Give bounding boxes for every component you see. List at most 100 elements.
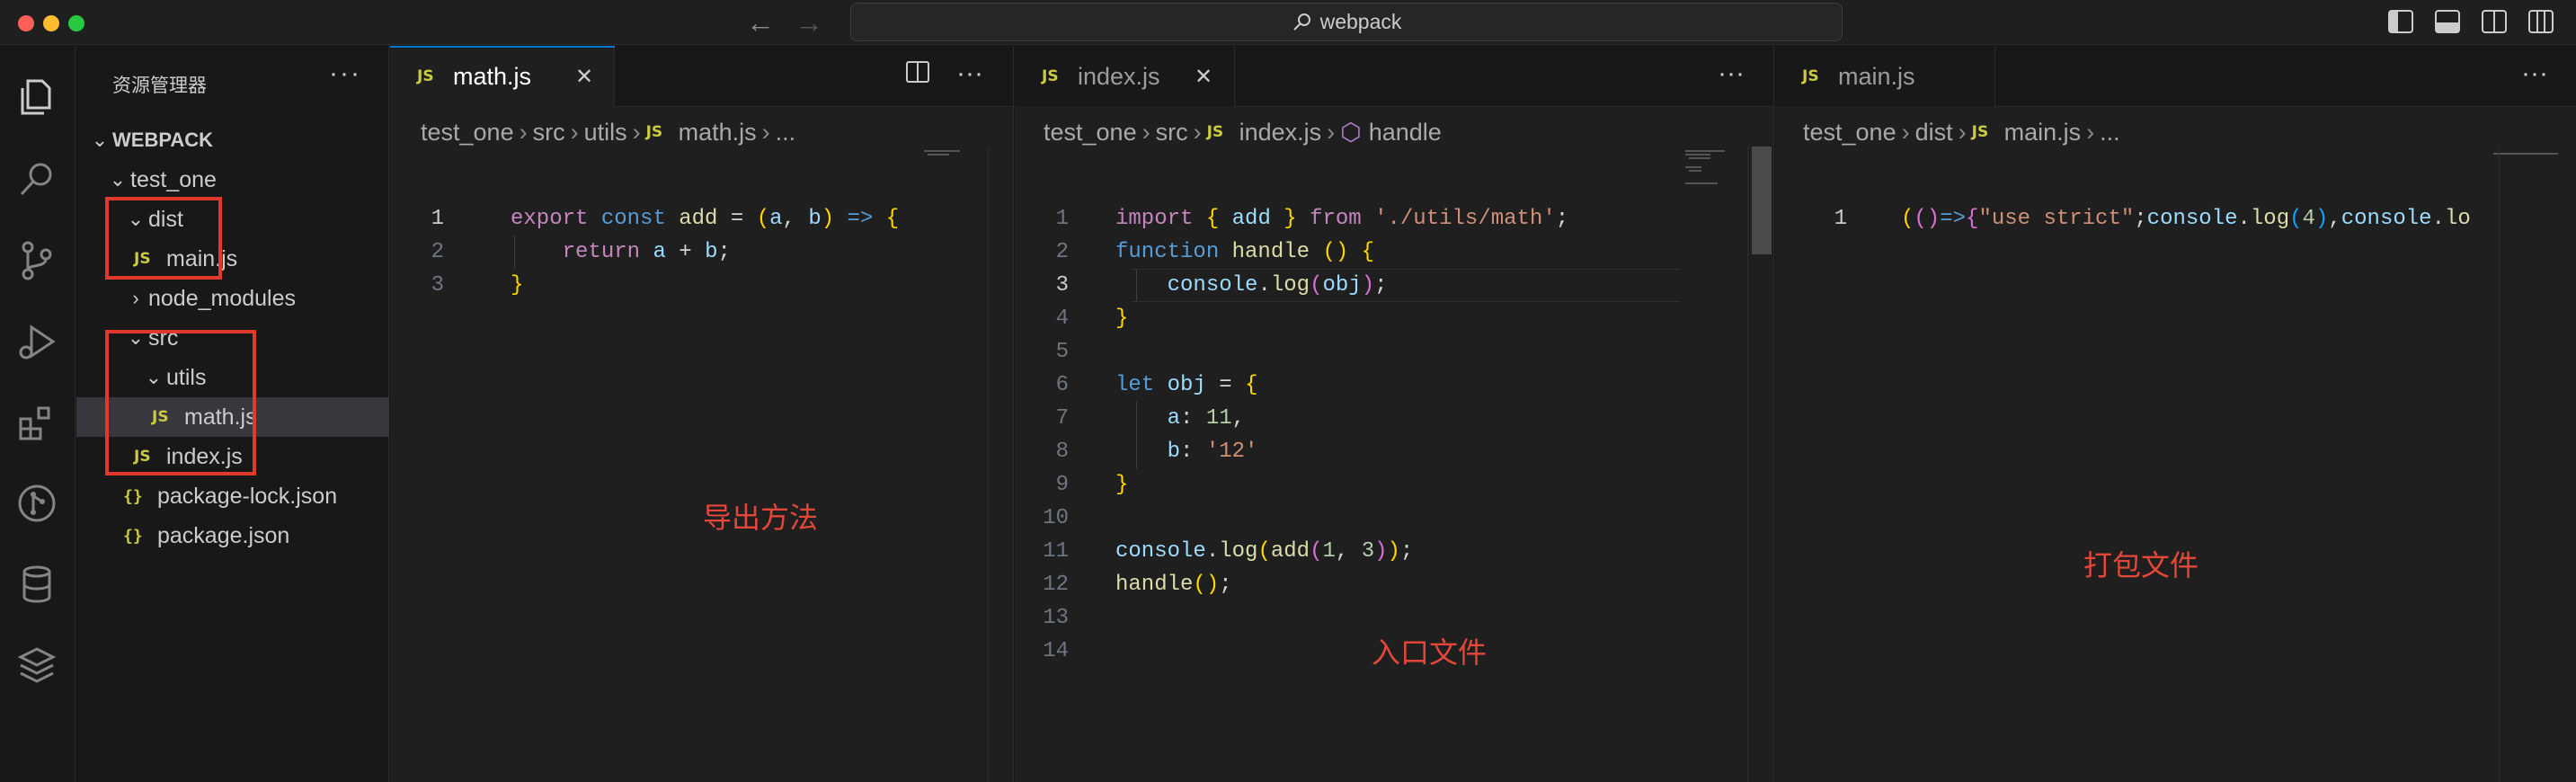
- customize-layout-icon[interactable]: [2527, 9, 2554, 34]
- code-line: 13: [1043, 606, 1069, 630]
- code-line: 14: [1043, 639, 1069, 663]
- breadcrumb-item[interactable]: test_one: [1044, 119, 1137, 147]
- forward-arrow-icon[interactable]: →: [795, 5, 823, 40]
- tab-math-js[interactable]: JS math.js ✕: [390, 46, 615, 107]
- extensions-icon[interactable]: [13, 398, 61, 447]
- breadcrumb-item[interactable]: handle: [1369, 119, 1442, 147]
- vertical-scrollbar[interactable]: [1747, 147, 1772, 782]
- search-icon: [1292, 13, 1310, 31]
- highlight-box-dist: [105, 197, 222, 280]
- code-line: 9}: [1055, 473, 1129, 497]
- tab-label: main.js: [1838, 62, 1915, 90]
- js-file-icon: JS: [1042, 67, 1059, 85]
- breadcrumb-item[interactable]: src: [533, 119, 565, 147]
- database-icon[interactable]: [13, 560, 61, 609]
- more-actions-icon[interactable]: ···: [956, 58, 983, 89]
- code-editor-main[interactable]: 1 (()=>{"use strict";console.log(4),conso…: [1775, 202, 2490, 235]
- git-graph-icon[interactable]: [13, 479, 61, 528]
- breadcrumb-item[interactable]: math.js: [679, 119, 757, 147]
- maximize-window-button[interactable]: [68, 15, 84, 31]
- tree-item-label: test_one: [130, 166, 217, 192]
- run-debug-icon[interactable]: [13, 317, 61, 366]
- command-center-search[interactable]: webpack: [850, 3, 1843, 41]
- code-line: 3}: [431, 273, 524, 298]
- tree-item-label: node_modules: [148, 285, 297, 311]
- code-line: 6 let obj = {: [1055, 373, 1258, 397]
- code-line: 1 export const add = (a, b) => {: [431, 207, 900, 231]
- tree-file-package-json[interactable]: {} package.json: [76, 516, 389, 555]
- tab-main-js[interactable]: JS main.js: [1775, 46, 1995, 107]
- breadcrumb-item[interactable]: test_one: [1803, 119, 1896, 147]
- code-line: 8 b: '12': [1055, 440, 1258, 464]
- split-editor-icon[interactable]: [904, 58, 931, 93]
- code-editor-math[interactable]: 1 export const add = (a, b) => { 2 return…: [390, 202, 916, 302]
- breadcrumb-item[interactable]: ...: [2100, 119, 2120, 147]
- title-bar: ← → webpack: [0, 0, 2576, 45]
- minimap[interactable]: [1682, 147, 1754, 782]
- toggle-primary-sidebar-icon[interactable]: [2387, 9, 2414, 34]
- tab-index-js[interactable]: JS index.js ✕: [1015, 46, 1235, 107]
- command-center-label: webpack: [1319, 10, 1402, 33]
- chevron-right-icon: ›: [132, 287, 139, 309]
- tree-item-label: package.json: [157, 522, 290, 548]
- workspace-root-label: WEBPACK: [112, 129, 214, 151]
- files-icon[interactable]: [13, 73, 61, 121]
- vertical-scrollbar[interactable]: [2499, 147, 2524, 782]
- tree-folder-node-modules[interactable]: › node_modules: [76, 279, 389, 318]
- code-line: 5: [1055, 340, 1069, 364]
- code-line: 4}: [1055, 307, 1129, 331]
- symbol-cube-icon: ⬡: [1340, 118, 1362, 146]
- vertical-scrollbar[interactable]: [988, 147, 1013, 782]
- toggle-panel-icon[interactable]: [2434, 9, 2461, 34]
- breadcrumb-item[interactable]: utils: [584, 119, 627, 147]
- breadcrumb-item[interactable]: test_one: [421, 119, 514, 147]
- editor-group-math: JS math.js ✕ ··· test_one › src › utils › J…: [390, 46, 1014, 782]
- code-line: 12 handle();: [1043, 573, 1232, 597]
- code-editor-index[interactable]: 1 import { add } from './utils/math'; 2 fu…: [1015, 202, 1680, 668]
- source-control-icon[interactable]: [13, 236, 61, 285]
- minimize-window-button[interactable]: [43, 15, 59, 31]
- highlight-box-src: [105, 330, 256, 475]
- json-file-icon: {}: [123, 526, 143, 546]
- code-line: 11 console.log(add(1, 3));: [1043, 539, 1414, 564]
- code-line: 1 (()=>{"use strict";console.log(4),conso…: [1834, 207, 2471, 231]
- workspace-root[interactable]: ⌄ WEBPACK: [76, 120, 389, 160]
- explorer-more-actions-icon[interactable]: ···: [329, 58, 361, 89]
- search-icon[interactable]: [13, 156, 61, 204]
- more-actions-icon[interactable]: ···: [1718, 58, 1745, 89]
- breadcrumb-item[interactable]: ...: [776, 119, 796, 147]
- layers-icon[interactable]: [13, 641, 61, 689]
- json-file-icon: {}: [123, 486, 143, 506]
- annotation-label: 入口文件: [1372, 635, 1488, 670]
- back-arrow-icon[interactable]: ←: [746, 5, 775, 40]
- scrollbar-thumb[interactable]: [1752, 147, 1772, 254]
- tree-file-package-lock-json[interactable]: {} package-lock.json: [76, 476, 389, 516]
- close-icon[interactable]: ✕: [575, 64, 593, 90]
- tab-bar: JS main.js ···: [1775, 46, 2576, 107]
- breadcrumb-item[interactable]: src: [1156, 119, 1188, 147]
- annotation-label: 打包文件: [2083, 548, 2199, 582]
- js-file-icon: JS: [645, 123, 663, 141]
- code-line: 7 a: 11,: [1055, 406, 1246, 431]
- minimap[interactable]: [920, 147, 992, 782]
- explorer-title: 资源管理器: [112, 76, 207, 96]
- breadcrumb: test_one › src › JS index.js › ⬡ handle: [1044, 118, 1442, 147]
- annotation-label: 导出方法: [703, 501, 819, 535]
- js-file-icon: JS: [417, 67, 434, 85]
- breadcrumb: test_one › src › utils › JS math.js › ...: [421, 118, 796, 147]
- breadcrumb-item[interactable]: dist: [1915, 119, 1953, 147]
- tree-folder-test-one[interactable]: ⌄ test_one: [76, 160, 389, 200]
- code-line: 2 return a + b;: [431, 240, 731, 264]
- js-file-icon: JS: [1971, 123, 1989, 141]
- activity-bar: [0, 46, 76, 782]
- more-actions-icon[interactable]: ···: [2521, 58, 2548, 89]
- toggle-secondary-sidebar-icon[interactable]: [2481, 9, 2508, 34]
- code-line: 1 import { add } from './utils/math';: [1055, 207, 1569, 231]
- js-file-icon: JS: [1802, 67, 1819, 85]
- close-icon[interactable]: ✕: [1195, 64, 1212, 90]
- breadcrumb: test_one › dist › JS main.js › ...: [1803, 118, 2120, 147]
- close-window-button[interactable]: [18, 15, 34, 31]
- breadcrumb-item[interactable]: main.js: [2004, 119, 2082, 147]
- breadcrumb-item[interactable]: index.js: [1239, 119, 1322, 147]
- code-line: 3 console.log(obj);: [1055, 273, 1388, 298]
